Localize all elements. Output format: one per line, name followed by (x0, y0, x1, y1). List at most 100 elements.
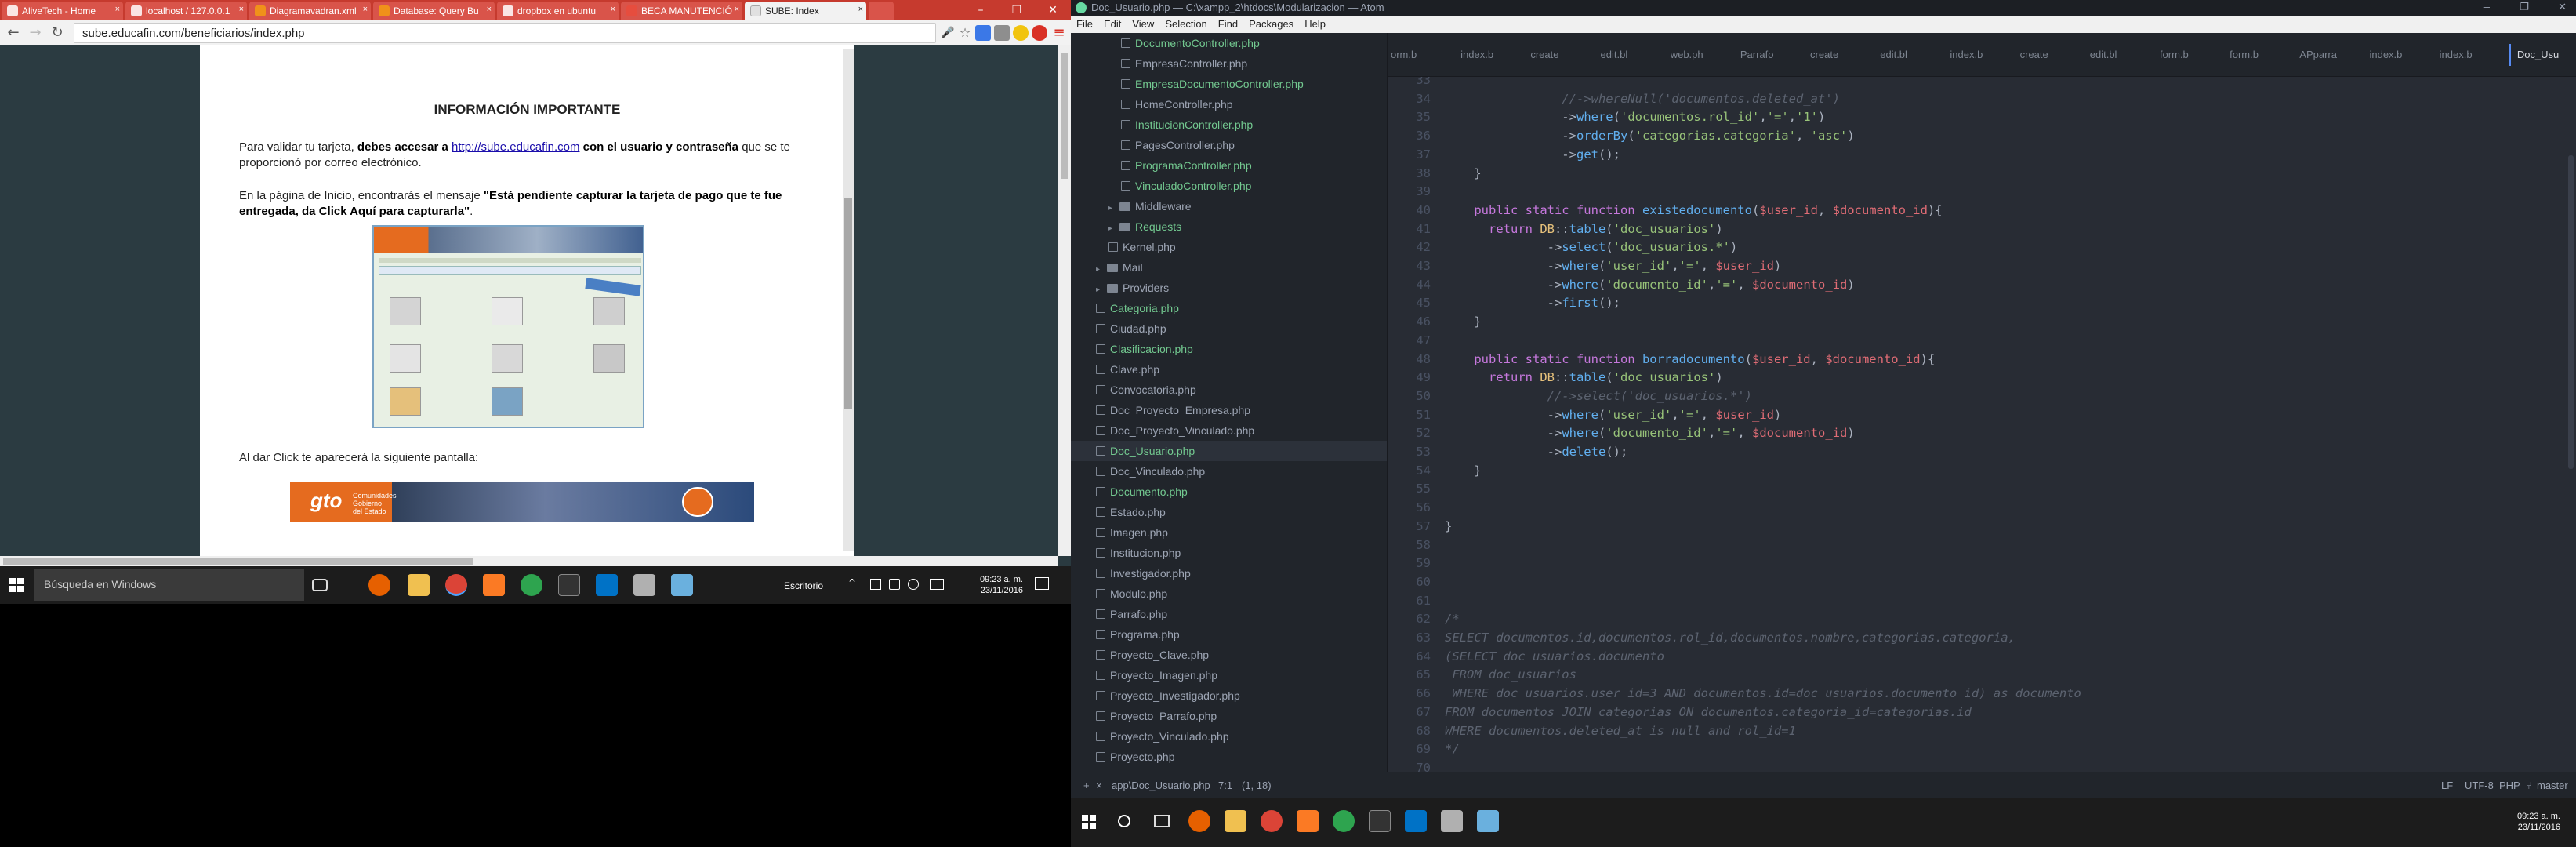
code-editor[interactable]: 70 69 */68 WHERE documentos.deleted_at is n… (1388, 77, 2576, 798)
firefox-icon[interactable] (368, 574, 390, 596)
code-line[interactable]: 33 (1388, 77, 2576, 89)
adblock-icon[interactable] (1032, 25, 1047, 41)
address-bar[interactable]: sube.educafin.com/beneficiarios/index.ph… (74, 23, 936, 43)
browser-tab[interactable]: BECA MANUTENCIÓ × (621, 2, 742, 20)
browser-tab[interactable]: Database: Query Bu × (373, 2, 495, 20)
close-icon[interactable]: × (487, 5, 492, 14)
code-line[interactable]: 50 //->select('doc_usuarios.*') (1388, 387, 2576, 405)
code-line[interactable]: 35 ->where('documentos.rol_id','=','1') (1388, 107, 2576, 126)
tree-folder[interactable]: ▸ Mail (1071, 257, 1387, 278)
close-window-button[interactable]: ✕ (2558, 1, 2567, 13)
app-icon[interactable] (633, 574, 655, 596)
close-icon[interactable]: × (239, 5, 244, 14)
tree-file[interactable]: EmpresaDocumentoController.php (1071, 74, 1387, 94)
notification-icon[interactable] (1035, 577, 1049, 590)
tree-file[interactable]: InstitucionController.php (1071, 115, 1387, 135)
editor-tab[interactable]: form.b (2160, 44, 2225, 66)
git-branch[interactable]: master (2537, 780, 2568, 791)
grammar[interactable]: PHP (2499, 780, 2520, 791)
editor-tab[interactable]: index.b (1950, 44, 2015, 66)
menu-help[interactable]: Help (1299, 16, 1331, 30)
tree-file[interactable]: Convocatoria.php (1071, 380, 1387, 400)
editor-tab[interactable]: edit.bl (1880, 44, 1945, 66)
editor-scroll-thumb[interactable] (2568, 155, 2574, 469)
content-scroll-thumb[interactable] (844, 198, 852, 409)
desktop-toolbar-label[interactable]: Escritorio (784, 580, 823, 591)
editor-tab[interactable]: index.b (2369, 44, 2434, 66)
code-line[interactable]: 60 (1388, 573, 2576, 591)
code-line[interactable]: 52 ->where('documento_id','=', $document… (1388, 424, 2576, 442)
code-line[interactable]: 61 (1388, 591, 2576, 610)
keyboard-icon[interactable] (930, 579, 944, 590)
tree-file[interactable]: Modulo.php (1071, 583, 1387, 604)
tree-file[interactable]: Proyecto_Parrafo.php (1071, 706, 1387, 726)
task-view-icon[interactable] (1154, 815, 1170, 827)
tree-folder[interactable]: ▸ Requests (1071, 216, 1387, 237)
tree-file[interactable]: Parrafo.php (1071, 604, 1387, 624)
tree-file[interactable]: Doc_Proyecto_Empresa.php (1071, 400, 1387, 420)
chrome-icon[interactable] (1261, 810, 1283, 832)
code-line[interactable]: 47 (1388, 331, 2576, 350)
chevron-up-icon[interactable]: ^ (848, 577, 856, 588)
chrome-icon[interactable] (445, 574, 467, 596)
tree-file[interactable]: Documento.php (1071, 482, 1387, 502)
clock[interactable]: 09:23 a. m. 23/11/2016 (960, 574, 1023, 596)
tree-file[interactable]: Proyecto.php (1071, 747, 1387, 767)
editor-tab[interactable]: edit.bl (1601, 44, 1666, 66)
menu-packages[interactable]: Packages (1243, 16, 1299, 30)
code-line[interactable]: 65 FROM doc_usuarios (1388, 665, 2576, 684)
windows-start-icon[interactable] (9, 578, 24, 592)
code-line[interactable]: 38 } (1388, 164, 2576, 183)
tree-file[interactable]: Proyecto_Vinculado.php (1071, 726, 1387, 747)
cursor-position[interactable]: 7:1 (1218, 780, 1232, 791)
code-line[interactable]: 42 ->select('doc_usuarios.*') (1388, 238, 2576, 256)
menu-selection[interactable]: Selection (1159, 16, 1212, 30)
app-icon[interactable] (1477, 810, 1499, 832)
close-window-button[interactable]: ✕ (1035, 0, 1071, 20)
tree-file[interactable]: Imagen.php (1071, 522, 1387, 543)
browser-tab[interactable]: Diagramavadran.xml × (249, 2, 371, 20)
code-line[interactable]: 44 ->where('documento_id','=', $document… (1388, 275, 2576, 294)
editor-tab[interactable]: Parrafo (1740, 44, 1805, 66)
code-line[interactable]: 49 return DB::table('doc_usuarios') (1388, 368, 2576, 387)
editor-scrollbar[interactable] (2566, 77, 2575, 798)
browser-tab-active[interactable]: SUBE: Index × (745, 2, 866, 20)
minimize-button[interactable]: – (2484, 1, 2490, 13)
editor-tab[interactable]: web.ph (1671, 44, 1736, 66)
code-line[interactable]: 66 WHERE doc_usuarios.user_id=3 AND docu… (1388, 684, 2576, 703)
tree-folder[interactable]: ▸ Middleware (1071, 196, 1387, 216)
editor-tab-active[interactable]: Doc_Usu (2509, 44, 2574, 66)
code-line[interactable]: 58 (1388, 536, 2576, 554)
minimize-button[interactable]: – (963, 0, 999, 20)
code-line[interactable]: 37 ->get(); (1388, 145, 2576, 164)
code-line[interactable]: 36 ->orderBy('categorias.categoria', 'as… (1388, 126, 2576, 145)
code-line[interactable]: 56 (1388, 498, 2576, 517)
battery-icon[interactable] (870, 579, 881, 590)
tree-folder[interactable]: ▸ Providers (1071, 278, 1387, 298)
tree-file[interactable]: Investigador.php (1071, 563, 1387, 583)
code-line[interactable]: 69 */ (1388, 740, 2576, 758)
code-line[interactable]: 53 ->delete(); (1388, 442, 2576, 461)
code-line[interactable]: 43 ->where('user_id','=', $user_id) (1388, 256, 2576, 275)
firefox-icon[interactable] (1188, 810, 1210, 832)
editor-tab[interactable]: create (1530, 44, 1595, 66)
code-line[interactable]: 55 (1388, 479, 2576, 498)
tree-file[interactable]: Clave.php (1071, 359, 1387, 380)
tree-file[interactable]: Categoria.php (1071, 298, 1387, 318)
code-line[interactable]: 67 FROM documentos JOIN categorias ON doc… (1388, 703, 2576, 722)
xampp-icon[interactable] (1297, 810, 1319, 832)
tree-file[interactable]: Doc_Usuario.php (1071, 441, 1387, 461)
tree-file[interactable]: VinculadoController.php (1071, 176, 1387, 196)
close-icon[interactable]: × (735, 5, 739, 14)
code-line[interactable]: 46 } (1388, 312, 2576, 331)
star-icon[interactable]: ☆ (956, 24, 974, 42)
menu-icon[interactable]: ≡ (1050, 24, 1068, 42)
tree-file[interactable]: Proyecto_Investigador.php (1071, 685, 1387, 706)
menu-find[interactable]: Find (1213, 16, 1243, 30)
tree-file[interactable]: Doc_Proyecto_Vinculado.php (1071, 420, 1387, 441)
horizontal-scrollbar[interactable] (0, 556, 1058, 566)
browser-tab[interactable]: dropbox en ubuntu × (497, 2, 619, 20)
clock[interactable]: 09:23 a. m. 23/11/2016 (2498, 811, 2560, 833)
code-line[interactable]: 48 public static function borradocumento… (1388, 350, 2576, 369)
code-line[interactable]: 41 return DB::table('doc_usuarios') (1388, 220, 2576, 238)
